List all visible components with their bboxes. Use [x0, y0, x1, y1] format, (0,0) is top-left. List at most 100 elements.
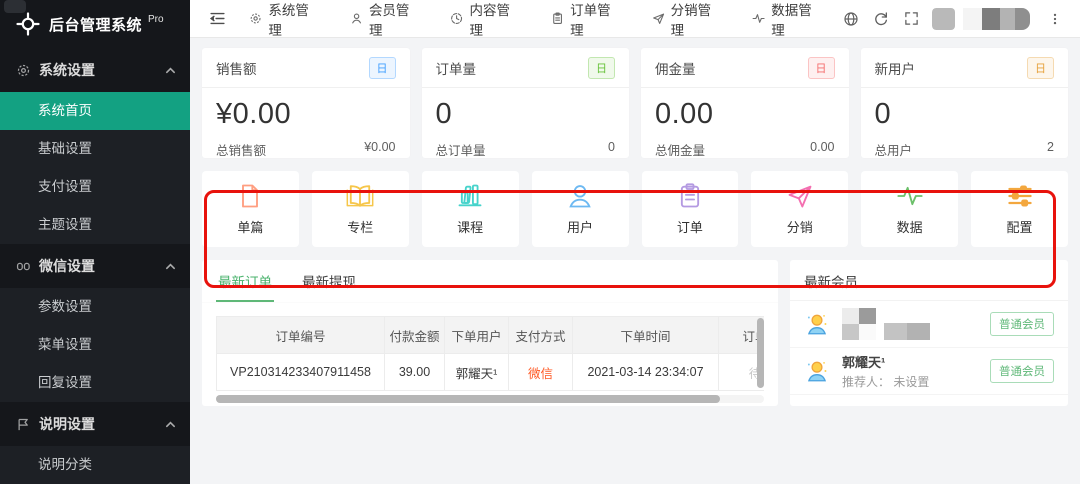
shortcut-data[interactable]: 数据	[861, 171, 958, 247]
app-title-badge: Pro	[148, 14, 164, 25]
member-level-badge: 普通会员	[990, 312, 1054, 336]
gear-icon	[16, 63, 31, 78]
stat-card-new-users: 新用户日 0 总用户2	[861, 48, 1069, 158]
collapse-sidebar-button[interactable]	[202, 0, 232, 38]
gear-icon	[249, 11, 262, 26]
user-account-blurred[interactable]	[932, 8, 1030, 30]
nav-distribution[interactable]: 分销管理	[635, 0, 736, 38]
sidebar-section-wechat[interactable]: 微信设置	[0, 244, 190, 288]
stat-value: ¥0.00	[202, 88, 410, 131]
day-toggle-badge[interactable]: 日	[588, 57, 615, 79]
shortcut-users[interactable]: 用户	[532, 171, 629, 247]
nav-data[interactable]: 数据管理	[735, 0, 836, 38]
sidebar: 后台管理系统 Pro 系统设置 系统首页 基础设置 支付设置 主题设置 微信设置…	[0, 0, 190, 484]
content: 销售额日 ¥0.00 总销售额¥0.00 订单量日 0 总订单量0 佣金量日 0…	[190, 38, 1080, 484]
paper-plane-icon	[786, 182, 814, 210]
course-icon	[456, 182, 484, 210]
corner-artifact	[4, 0, 26, 13]
clipboard-icon	[551, 11, 564, 26]
stat-value: 0	[861, 88, 1069, 131]
shortcut-distribution[interactable]: 分销	[751, 171, 848, 247]
topbar: 系统管理 会员管理 内容管理 订单管理 分销管理 数据管理	[190, 0, 1080, 38]
member-level-badge: 普通会员	[990, 359, 1054, 383]
latest-orders-panel: 最新订单 最新提现 订单编号 付款金额 下单用户 支付方式	[202, 260, 778, 406]
stat-card-sales: 销售额日 ¥0.00 总销售额¥0.00	[202, 48, 410, 158]
tab-latest-orders[interactable]: 最新订单	[216, 260, 274, 302]
vertical-scrollbar[interactable]	[757, 318, 764, 388]
shortcut-single-article[interactable]: 单篇	[202, 171, 299, 247]
sidebar-item-theme[interactable]: 主题设置	[0, 206, 190, 244]
stat-card-orders: 订单量日 0 总订单量0	[422, 48, 630, 158]
day-toggle-badge[interactable]: 日	[808, 57, 835, 79]
order-amount: 39.00	[385, 354, 445, 391]
chevron-up-icon	[165, 65, 176, 76]
pulse-icon	[896, 182, 924, 210]
sidebar-section-notes[interactable]: 说明设置	[0, 402, 190, 446]
chevron-up-icon	[165, 419, 176, 430]
nav-orders[interactable]: 订单管理	[534, 0, 635, 38]
member-avatar-icon	[804, 311, 830, 337]
nav-content[interactable]: 内容管理	[433, 0, 534, 38]
sidebar-section-system[interactable]: 系统设置	[0, 48, 190, 92]
nav-members[interactable]: 会员管理	[333, 0, 434, 38]
stat-card-commission: 佣金量日 0.00 总佣金量0.00	[641, 48, 849, 158]
fullscreen-icon	[904, 11, 919, 26]
helm-logo-icon	[16, 12, 40, 36]
shortcut-column[interactable]: 专栏	[312, 171, 409, 247]
scrollbar-thumb[interactable]	[216, 395, 720, 403]
members-panel-title: 最新会员	[790, 260, 1068, 301]
person-icon	[566, 182, 594, 210]
order-time: 2021-03-14 23:34:07	[573, 354, 719, 391]
horizontal-scrollbar[interactable]	[216, 395, 764, 403]
app-title: 后台管理系统	[49, 14, 142, 35]
orders-tabs: 最新订单 最新提现	[202, 260, 778, 303]
latest-members-panel: 最新会员 普通会员	[790, 260, 1068, 406]
pulse-icon	[752, 11, 765, 26]
more-vertical-icon	[1048, 12, 1062, 26]
day-toggle-badge[interactable]: 日	[1027, 57, 1054, 79]
flag-icon	[16, 417, 31, 432]
sliders-icon	[1006, 182, 1034, 210]
language-button[interactable]	[836, 0, 866, 38]
bottom-row: 最新订单 最新提现 订单编号 付款金额 下单用户 支付方式	[202, 260, 1068, 406]
main-area: 系统管理 会员管理 内容管理 订单管理 分销管理 数据管理	[190, 0, 1080, 484]
stat-value: 0	[422, 88, 630, 131]
wechat-icon	[16, 259, 31, 274]
sidebar-item-basic[interactable]: 基础设置	[0, 130, 190, 168]
admin-dashboard: 后台管理系统 Pro 系统设置 系统首页 基础设置 支付设置 主题设置 微信设置…	[0, 0, 1080, 484]
table-row: VP210314233407911458 39.00 郭耀天¹ 微信 2021-…	[217, 354, 765, 391]
globe-icon	[843, 11, 859, 27]
order-number: VP210314233407911458	[217, 354, 385, 391]
app-logo[interactable]: 后台管理系统 Pro	[0, 0, 190, 48]
shortcut-config[interactable]: 配置	[971, 171, 1068, 247]
redacted-member-name	[842, 308, 990, 340]
document-icon	[236, 182, 264, 210]
nav-system[interactable]: 系统管理	[232, 0, 333, 38]
sidebar-item-menu[interactable]: 菜单设置	[0, 326, 190, 364]
sidebar-item-params[interactable]: 参数设置	[0, 288, 190, 326]
table-header-row: 订单编号 付款金额 下单用户 支付方式 下单时间 订单状态	[217, 317, 765, 354]
day-toggle-badge[interactable]: 日	[369, 57, 396, 79]
member-row: 郭耀天¹ 推荐人： 未设置 普通会员	[790, 348, 1068, 395]
collapse-icon	[209, 10, 226, 27]
sidebar-item-note-category[interactable]: 说明分类	[0, 446, 190, 484]
shortcut-orders[interactable]: 订单	[642, 171, 739, 247]
sidebar-item-payment[interactable]: 支付设置	[0, 168, 190, 206]
avatar	[932, 8, 955, 30]
more-menu-button[interactable]	[1040, 0, 1070, 38]
history-icon	[450, 11, 463, 26]
tab-latest-withdrawals[interactable]: 最新提现	[300, 260, 358, 302]
orders-table: 订单编号 付款金额 下单用户 支付方式 下单时间 订单状态	[216, 316, 764, 391]
sidebar-item-home[interactable]: 系统首页	[0, 92, 190, 130]
book-icon	[345, 182, 375, 210]
user-icon	[350, 11, 363, 26]
member-referrer: 推荐人： 未设置	[842, 373, 990, 390]
sidebar-item-reply[interactable]: 回复设置	[0, 364, 190, 402]
fullscreen-button[interactable]	[896, 0, 926, 38]
shortcut-course[interactable]: 课程	[422, 171, 519, 247]
refresh-button[interactable]	[866, 0, 896, 38]
send-icon	[652, 11, 665, 26]
stat-cards-row: 销售额日 ¥0.00 总销售额¥0.00 订单量日 0 总订单量0 佣金量日 0…	[202, 48, 1068, 158]
shortcut-row: 单篇 专栏 课程 用户 订单	[202, 171, 1068, 247]
member-row: 普通会员	[790, 301, 1068, 348]
